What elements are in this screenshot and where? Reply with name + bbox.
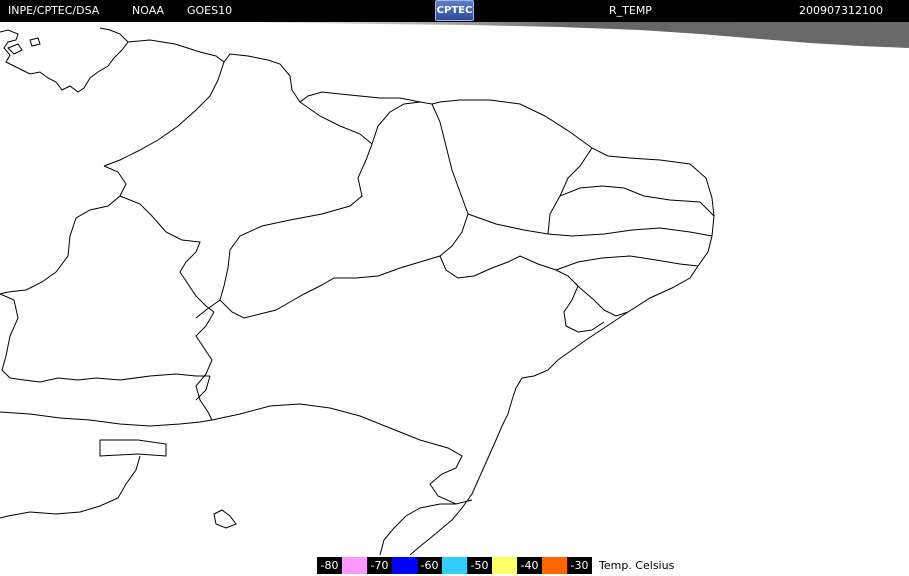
coastline-upper-left	[0, 27, 129, 93]
state-border	[0, 165, 127, 295]
island-outline	[7, 43, 23, 55]
coastline-north	[127, 39, 715, 555]
legend-value-label: -40	[517, 557, 542, 574]
temperature-legend: -80 -70 -60 -50 -40 -30 Temp. Celsius	[0, 555, 909, 576]
boundary-map	[0, 27, 715, 555]
state-border	[547, 185, 715, 235]
agency-label: NOAA	[132, 4, 165, 17]
island-outline	[29, 37, 41, 47]
satellite-label: GOES10	[187, 4, 233, 17]
legend-swatches: -80 -70 -60 -50 -40 -30	[317, 557, 592, 574]
island-outline	[213, 509, 237, 529]
legend-color-swatch	[392, 557, 417, 574]
product-label: R_TEMP	[609, 4, 652, 17]
cptec-logo: CPTEC	[435, 0, 474, 21]
state-border	[119, 195, 215, 313]
state-border	[559, 147, 593, 197]
datetime-label: 200907312100	[799, 4, 883, 17]
state-border	[0, 293, 210, 383]
state-border	[195, 375, 211, 401]
legend-value-label: -60	[417, 557, 442, 574]
state-border	[555, 255, 699, 271]
state-border	[195, 311, 215, 421]
legend-value-label: -70	[367, 557, 392, 574]
state-border	[219, 101, 373, 301]
satellite-image-frame: INPE/CPTEC/DSA NOAA GOES10 CPTEC R_TEMP …	[0, 0, 909, 576]
state-border	[0, 411, 213, 427]
legend-color-swatch	[442, 557, 467, 574]
organization-label: INPE/CPTEC/DSA	[8, 4, 100, 17]
legend-color-swatch	[542, 557, 567, 574]
legend-units-label: Temp. Celsius	[599, 559, 675, 572]
state-border	[0, 455, 141, 519]
legend-value-label: -50	[467, 557, 492, 574]
state-border	[103, 61, 225, 167]
legend-value-label: -30	[567, 557, 592, 574]
legend-value-label: -80	[317, 557, 342, 574]
state-border	[379, 503, 456, 555]
state-border	[371, 101, 421, 145]
state-border	[99, 439, 167, 457]
state-border	[439, 255, 629, 317]
legend-color-swatch	[492, 557, 517, 574]
state-border	[467, 213, 713, 237]
state-border	[211, 403, 473, 505]
legend-color-swatch	[342, 557, 367, 574]
header-bar: INPE/CPTEC/DSA NOAA GOES10 CPTEC R_TEMP …	[0, 0, 909, 22]
